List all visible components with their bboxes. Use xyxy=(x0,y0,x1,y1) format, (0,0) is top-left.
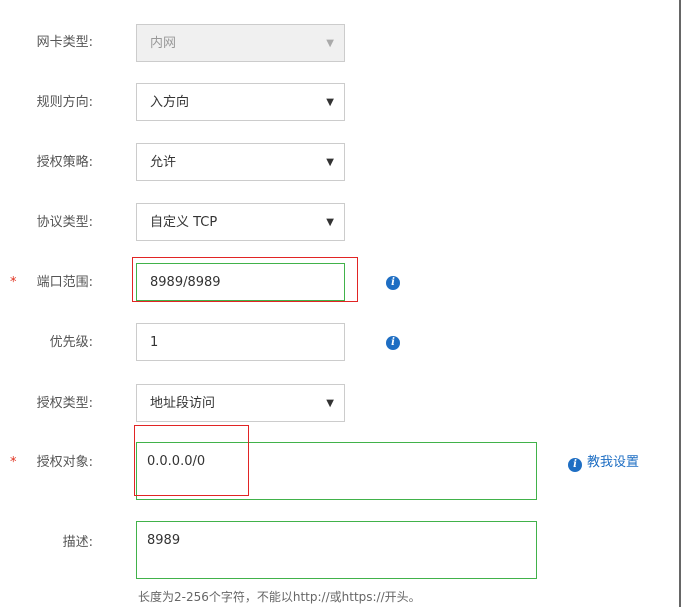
auth-object-value: 0.0.0.0/0 xyxy=(147,454,206,469)
protocol-label: 协议类型: xyxy=(36,215,93,230)
info-icon[interactable]: i xyxy=(386,336,400,350)
description-label: 描述: xyxy=(62,535,93,550)
auth-object-textarea[interactable]: 0.0.0.0/0 xyxy=(136,442,537,500)
auth-type-label: 授权类型: xyxy=(36,396,93,411)
chevron-down-icon: ▼ xyxy=(326,217,334,228)
direction-label: 规则方向: xyxy=(36,95,93,110)
description-value: 8989 xyxy=(147,533,181,548)
policy-select[interactable]: 允许 ▼ xyxy=(136,143,345,181)
info-icon: i xyxy=(568,458,582,472)
port-range-label: 端口范围: xyxy=(36,275,93,290)
help-setup-link[interactable]: i 教我设置 xyxy=(568,455,640,472)
chevron-down-icon: ▼ xyxy=(326,38,334,49)
auth-type-select[interactable]: 地址段访问 ▼ xyxy=(136,384,345,422)
policy-value: 允许 xyxy=(150,155,177,170)
nic-type-label: 网卡类型: xyxy=(36,35,93,50)
direction-select[interactable]: 入方向 ▼ xyxy=(136,83,345,121)
chevron-down-icon: ▼ xyxy=(326,97,334,108)
chevron-down-icon: ▼ xyxy=(326,398,334,409)
description-textarea[interactable]: 8989 xyxy=(136,521,537,579)
auth-object-label: 授权对象: xyxy=(36,455,93,470)
priority-label: 优先级: xyxy=(49,335,93,350)
port-range-value: 8989/8989 xyxy=(150,275,221,290)
description-hint: 长度为2-256个字符，不能以http://或https://开头。 xyxy=(138,590,421,604)
protocol-value: 自定义 TCP xyxy=(150,215,218,230)
direction-value: 入方向 xyxy=(150,95,190,110)
help-setup-label: 教我设置 xyxy=(587,455,640,470)
info-icon[interactable]: i xyxy=(386,276,400,290)
protocol-select[interactable]: 自定义 TCP ▼ xyxy=(136,203,345,241)
priority-input[interactable]: 1 xyxy=(136,323,345,361)
auth-type-value: 地址段访问 xyxy=(150,396,216,411)
priority-value: 1 xyxy=(150,335,159,350)
nic-type-select: 内网 ▼ xyxy=(136,24,345,62)
port-range-input[interactable]: 8989/8989 xyxy=(136,263,345,301)
policy-label: 授权策略: xyxy=(36,155,93,170)
window-edge xyxy=(679,0,681,607)
nic-type-value: 内网 xyxy=(150,36,177,51)
chevron-down-icon: ▼ xyxy=(326,157,334,168)
